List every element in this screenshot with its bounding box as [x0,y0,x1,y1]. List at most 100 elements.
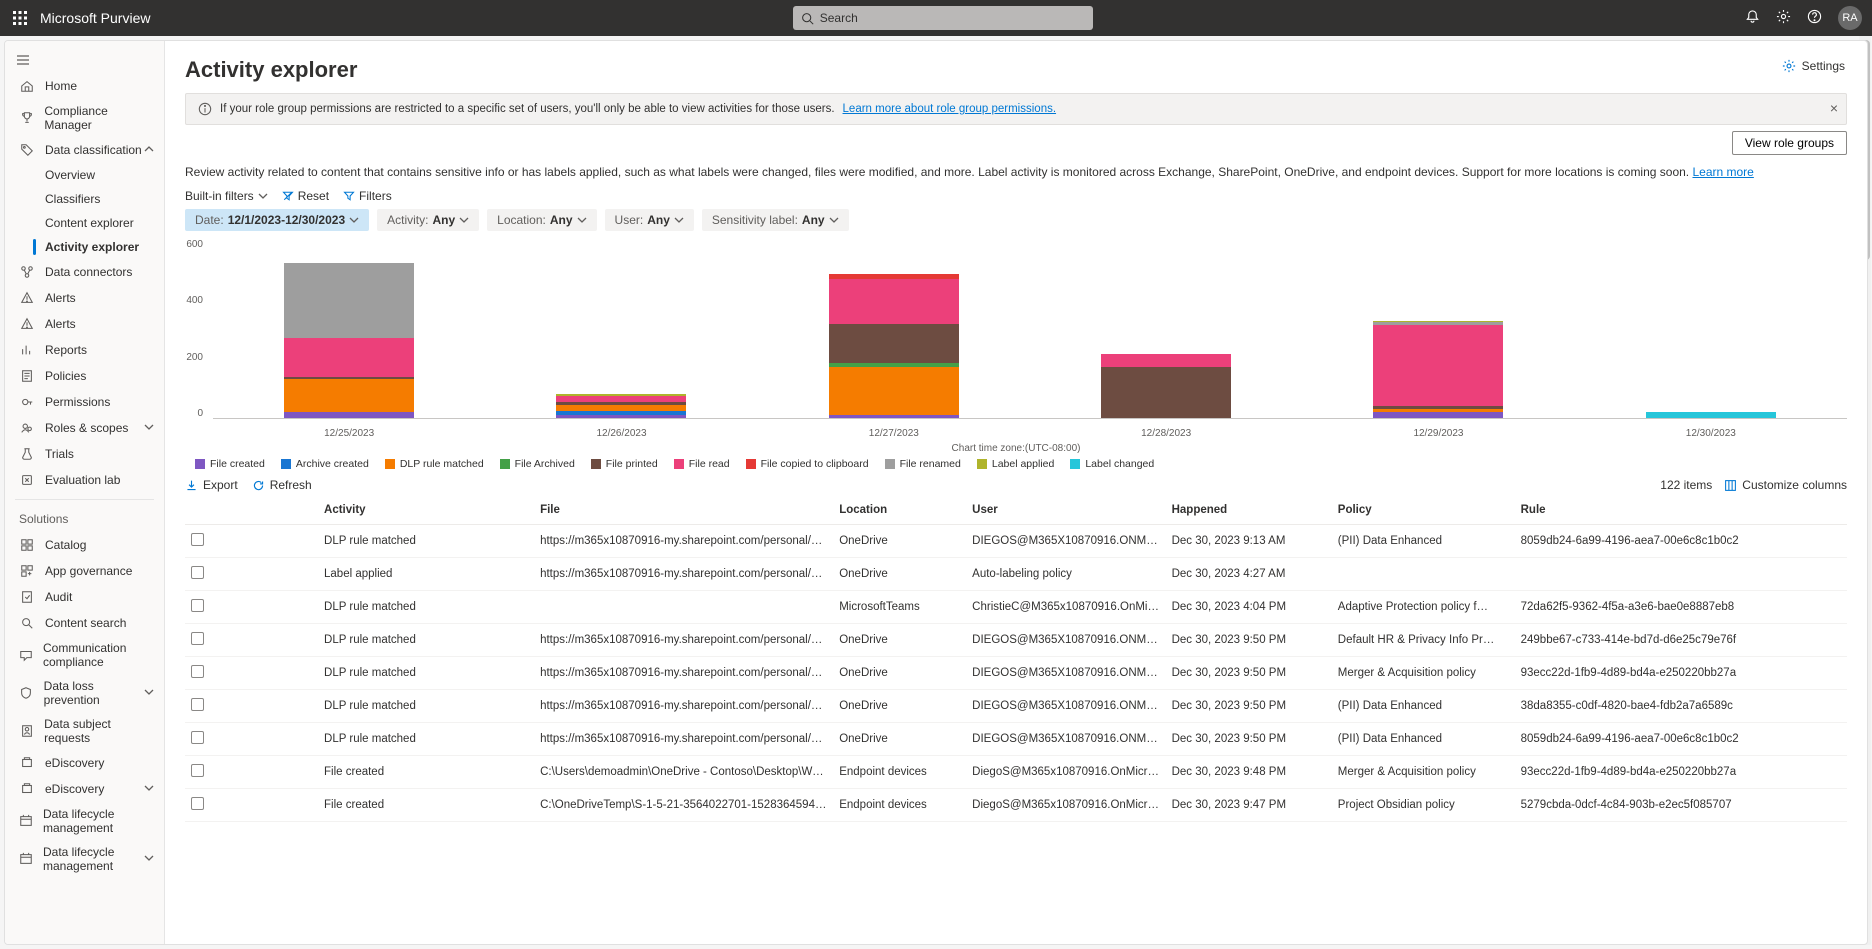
nav-item-data-subject-requests[interactable]: Data subject requests [5,712,164,750]
nav-item-trials[interactable]: Trials [5,441,164,467]
table-row[interactable]: Label appliedhttps://m365x10870916-my.sh… [185,558,1847,591]
nav-item-app-governance[interactable]: App governance [5,558,164,584]
settings-icon[interactable] [1776,9,1791,27]
learn-more-link[interactable]: Learn more [1692,165,1753,179]
export-button[interactable]: Export [185,478,238,492]
chart-segment[interactable] [556,415,686,418]
refresh-button[interactable]: Refresh [252,478,312,492]
chart-segment[interactable] [1373,412,1503,418]
legend-item[interactable]: File Archived [500,458,575,470]
column-header[interactable]: Location [833,496,966,525]
chart-bar[interactable] [1101,354,1231,419]
nav-item-data-classification[interactable]: Data classification [5,137,164,163]
row-checkbox[interactable] [191,797,204,810]
row-checkbox[interactable] [191,731,204,744]
nav-item-data-lifecycle-management[interactable]: Data lifecycle management [5,840,164,878]
nav-item-reports[interactable]: Reports [5,337,164,363]
column-header[interactable]: Policy [1332,496,1515,525]
row-checkbox[interactable] [191,764,204,777]
column-header[interactable]: File [534,496,833,525]
row-checkbox[interactable] [191,665,204,678]
row-checkbox[interactable] [191,632,204,645]
banner-close-icon[interactable]: × [1830,100,1838,116]
chart-segment[interactable] [284,412,414,418]
row-checkbox[interactable] [191,698,204,711]
nav-item-policies[interactable]: Policies [5,363,164,389]
chart-segment[interactable] [1646,412,1776,418]
filter-pill-activity[interactable]: Activity: Any [377,209,479,231]
chart-segment[interactable] [284,263,414,338]
nav-item-activity-explorer[interactable]: Activity explorer [5,235,164,259]
nav-collapse[interactable] [5,47,164,73]
chart-bar[interactable] [829,274,959,418]
chart-bar[interactable] [1646,412,1776,418]
nav-item-ediscovery[interactable]: eDiscovery [5,776,164,802]
nav-item-compliance-manager[interactable]: Compliance Manager [5,99,164,137]
reset-filters-button[interactable]: Reset [282,189,329,203]
table-row[interactable]: File createdC:\Users\demoadmin\OneDrive … [185,756,1847,789]
table-row[interactable]: DLP rule matchedhttps://m365x10870916-my… [185,525,1847,558]
legend-item[interactable]: File printed [591,458,658,470]
nav-item-ediscovery[interactable]: eDiscovery [5,750,164,776]
nav-item-catalog[interactable]: Catalog [5,532,164,558]
table-row[interactable]: DLP rule matchedhttps://m365x10870916-my… [185,657,1847,690]
column-header[interactable]: User [966,496,1165,525]
help-icon[interactable] [1807,9,1822,27]
user-avatar[interactable]: RA [1838,6,1862,30]
legend-item[interactable]: File copied to clipboard [746,458,869,470]
filter-pill-date[interactable]: Date: 12/1/2023-12/30/2023 [185,209,369,231]
column-header[interactable]: Rule [1515,496,1847,525]
filters-button[interactable]: Filters [343,189,392,203]
legend-item[interactable]: DLP rule matched [385,458,484,470]
banner-link[interactable]: Learn more about role group permissions. [843,103,1057,115]
customize-columns-button[interactable]: Customize columns [1724,478,1847,492]
table-row[interactable]: DLP rule matchedMicrosoftTeamsChristieC@… [185,591,1847,624]
view-role-groups-button[interactable]: View role groups [1732,131,1847,155]
table-row[interactable]: File createdC:\OneDriveTemp\S-1-5-21-356… [185,789,1847,822]
search-box[interactable]: Search [793,6,1093,30]
nav-item-content-search[interactable]: Content search [5,610,164,636]
builtin-filters-dropdown[interactable]: Built-in filters [185,189,268,203]
chart-segment[interactable] [829,279,959,324]
row-checkbox[interactable] [191,533,204,546]
legend-item[interactable]: File read [674,458,730,470]
chart-segment[interactable] [829,324,959,363]
nav-item-audit[interactable]: Audit [5,584,164,610]
nav-item-overview[interactable]: Overview [5,163,164,187]
chart-segment[interactable] [829,415,959,418]
nav-item-data-connectors[interactable]: Data connectors [5,259,164,285]
nav-item-roles-scopes[interactable]: Roles & scopes [5,415,164,441]
nav-item-home[interactable]: Home [5,73,164,99]
notifications-icon[interactable] [1745,9,1760,27]
nav-item-permissions[interactable]: Permissions [5,389,164,415]
nav-item-data-loss-prevention[interactable]: Data loss prevention [5,674,164,712]
row-checkbox[interactable] [191,566,204,579]
nav-item-alerts[interactable]: Alerts [5,285,164,311]
table-row[interactable]: DLP rule matchedhttps://m365x10870916-my… [185,723,1847,756]
legend-item[interactable]: File created [195,458,265,470]
filter-pill-user[interactable]: User: Any [605,209,694,231]
column-header[interactable]: Happened [1166,496,1332,525]
chart-segment[interactable] [1101,354,1231,368]
nav-item-evaluation-lab[interactable]: Evaluation lab [5,467,164,493]
table-row[interactable]: DLP rule matchedhttps://m365x10870916-my… [185,690,1847,723]
chart-bar[interactable] [556,394,686,418]
nav-item-classifiers[interactable]: Classifiers [5,187,164,211]
nav-item-data-lifecycle-management[interactable]: Data lifecycle management [5,802,164,840]
chart-segment[interactable] [829,367,959,415]
nav-item-content-explorer[interactable]: Content explorer [5,211,164,235]
column-header[interactable]: Activity [318,496,534,525]
chart-bar[interactable] [284,263,414,418]
legend-item[interactable]: Archive created [281,458,369,470]
page-settings-button[interactable]: Settings [1782,59,1845,73]
table-row[interactable]: DLP rule matchedhttps://m365x10870916-my… [185,624,1847,657]
chart-segment[interactable] [284,379,414,412]
legend-item[interactable]: Label applied [977,458,1054,470]
chart-segment[interactable] [1373,325,1503,406]
filter-pill-location[interactable]: Location: Any [487,209,596,231]
chart-segment[interactable] [1101,367,1231,418]
filter-pill-sensitivitylabel[interactable]: Sensitivity label: Any [702,209,849,231]
nav-item-communication-compliance[interactable]: Communication compliance [5,636,164,674]
nav-item-alerts[interactable]: Alerts [5,311,164,337]
legend-item[interactable]: Label changed [1070,458,1154,470]
